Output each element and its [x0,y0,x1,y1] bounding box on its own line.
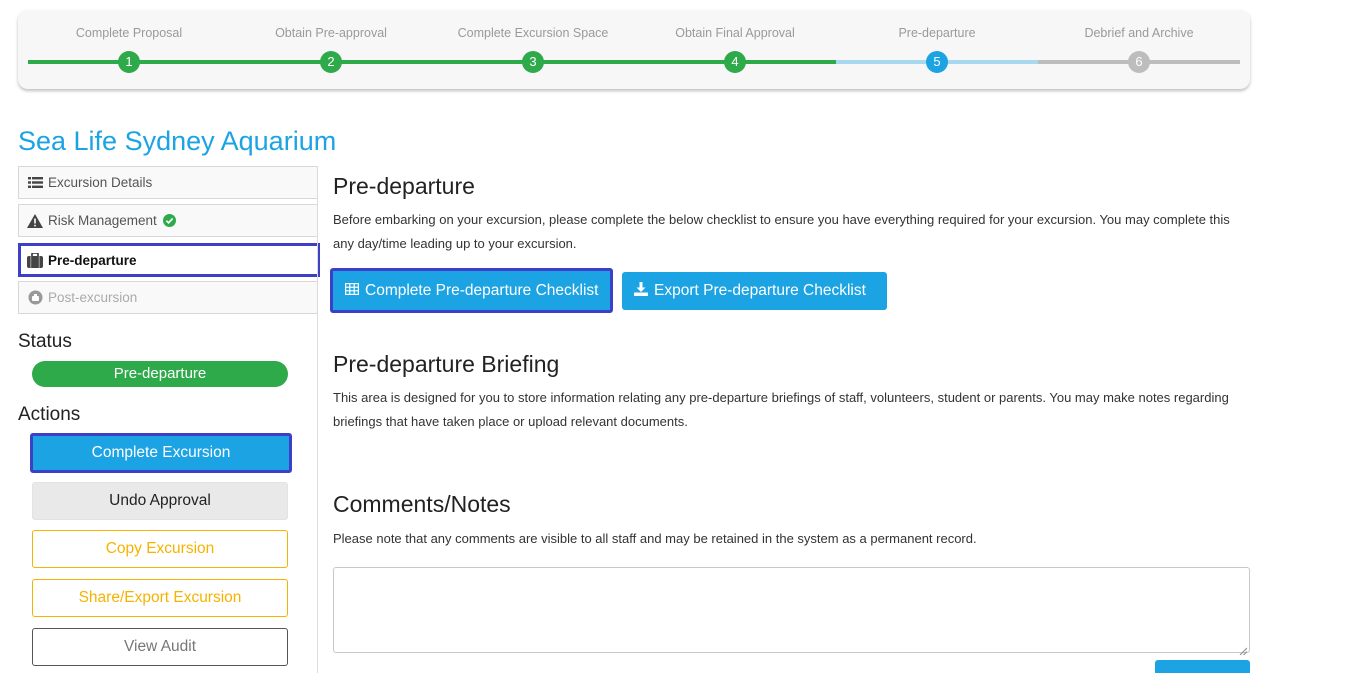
export-checklist-button[interactable]: Export Pre-departure Checklist [622,272,887,310]
step-number: 4 [724,51,746,73]
complete-excursion-button[interactable]: Complete Excursion [30,433,292,473]
status-badge: Pre-departure [32,361,288,387]
export-checklist-label: Export Pre-departure Checklist [654,282,866,299]
actions-heading: Actions [18,404,81,425]
step-label: Obtain Pre-approval [275,26,387,40]
step-number: 5 [926,51,948,73]
step-6: Debrief and Archive 6 [1038,10,1240,89]
briefcase-icon [27,252,43,268]
step-2: Obtain Pre-approval 2 [230,10,432,89]
progress-stepper: Complete Proposal 1 Obtain Pre-approval … [18,10,1250,89]
step-label: Debrief and Archive [1084,26,1194,40]
step-number: 2 [320,51,342,73]
sidebar-item-pre-departure[interactable]: Pre-departure [18,243,320,277]
sidebar-item-label: Post-excursion [48,290,138,305]
briefing-heading: Pre-departure Briefing [333,351,560,377]
step-label: Complete Excursion Space [457,26,609,40]
list-icon [27,175,43,191]
complete-checklist-button[interactable]: Complete Pre-departure Checklist [330,268,614,313]
step-5: Pre-departure 5 [836,10,1038,89]
download-icon [634,281,648,301]
undo-approval-button[interactable]: Undo Approval [32,482,288,520]
resize-handle-icon[interactable] [1239,642,1248,656]
step-4: Obtain Final Approval 4 [634,10,836,89]
step-label: Pre-departure [898,26,976,40]
check-circle-icon [162,213,178,229]
step-label: Complete Proposal [75,26,183,40]
predeparture-text: Before embarking on your excursion, plea… [333,212,1230,251]
step-number: 3 [522,51,544,73]
step-3: Complete Excursion Space 3 [432,10,634,89]
comments-heading: Comments/Notes [333,491,511,517]
predeparture-heading: Pre-departure [333,173,475,199]
briefing-text: This area is designed for you to store i… [333,390,1229,429]
sidebar-item-risk-management[interactable]: Risk Management [18,204,318,237]
sidebar-divider [317,166,318,673]
page-title: Sea Life Sydney Aquarium [18,126,337,156]
step-1: Complete Proposal 1 [28,10,230,89]
warning-icon [27,213,43,229]
sidebar-item-post-excursion[interactable]: Post-excursion [18,281,318,314]
submit-comment-button[interactable] [1155,660,1250,673]
status-heading: Status [18,331,72,352]
sidebar-item-label: Pre-departure [48,252,137,268]
share-export-excursion-button[interactable]: Share/Export Excursion [32,579,288,617]
post-icon [27,290,43,306]
comments-textarea[interactable] [333,567,1250,656]
step-number: 6 [1128,51,1150,73]
view-audit-button[interactable]: View Audit [32,628,288,666]
sidebar-item-label: Excursion Details [48,175,153,190]
comments-text: Please note that any comments are visibl… [333,531,977,546]
sidebar-item-excursion-details[interactable]: Excursion Details [18,166,318,199]
sidebar-item-label: Risk Management [48,213,157,228]
step-number: 1 [118,51,140,73]
complete-checklist-label: Complete Pre-departure Checklist [365,281,599,299]
copy-excursion-button[interactable]: Copy Excursion [32,530,288,568]
step-label: Obtain Final Approval [675,26,795,40]
table-icon [345,282,360,300]
